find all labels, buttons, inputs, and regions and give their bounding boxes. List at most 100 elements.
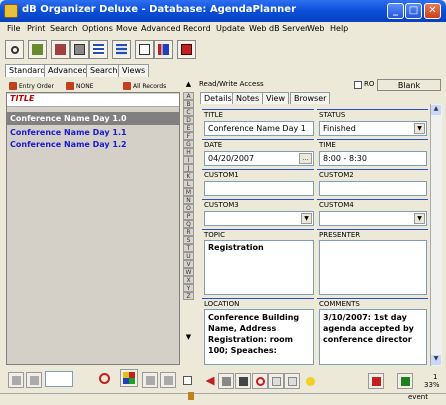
alpha-u[interactable]: U <box>183 252 194 260</box>
goto-icon <box>32 44 43 55</box>
search-tool-button[interactable] <box>5 40 24 59</box>
alpha-b[interactable]: B <box>183 100 194 108</box>
menu-search[interactable]: Search <box>50 24 77 33</box>
tools-tool-button[interactable] <box>51 40 70 59</box>
chart-tool-button[interactable] <box>154 40 173 59</box>
menu-help[interactable]: Help <box>330 24 348 33</box>
topic-field[interactable]: Registration <box>204 240 314 295</box>
delete-button[interactable] <box>235 373 251 389</box>
blank-button[interactable]: Blank <box>377 79 441 91</box>
maximize-button[interactable]: □ <box>405 3 422 19</box>
custom3-label: CUSTOM3 <box>204 201 239 209</box>
paste-button[interactable] <box>284 373 300 389</box>
scroll-up-arrow[interactable]: ▲ <box>183 80 194 90</box>
status-select[interactable]: Finished ▼ <box>319 121 427 136</box>
ro-label: RO <box>364 80 375 88</box>
alpha-i[interactable]: I <box>183 156 194 164</box>
prev-record-button[interactable] <box>26 372 42 388</box>
color-button[interactable] <box>120 369 138 387</box>
alpha-k[interactable]: K <box>183 172 194 180</box>
print-tool-button[interactable] <box>70 40 89 59</box>
record-number-input[interactable] <box>45 371 73 387</box>
custom3-select[interactable]: ▼ <box>204 211 314 226</box>
presenter-field[interactable] <box>319 240 427 295</box>
tab-search[interactable]: Search <box>86 64 122 77</box>
form-tool-button[interactable] <box>112 40 131 59</box>
date-field[interactable]: 04/20/2007... <box>204 151 314 166</box>
alpha-c[interactable]: C <box>183 108 194 116</box>
back-button[interactable] <box>202 373 218 389</box>
form-scrollbar[interactable] <box>430 104 442 366</box>
menu-options[interactable]: Options <box>82 24 113 33</box>
comments-field[interactable]: 3/10/2007: 1st day agenda accepted by co… <box>319 309 427 365</box>
section-line <box>317 109 428 110</box>
tip-button[interactable] <box>302 373 318 389</box>
custom4-select[interactable]: ▼ <box>319 211 427 226</box>
copy-button[interactable] <box>268 373 284 389</box>
alpha-f[interactable]: F <box>183 132 194 140</box>
alpha-o[interactable]: O <box>183 204 194 212</box>
entry-order-button[interactable]: Entry Order <box>9 80 54 92</box>
alpha-v[interactable]: V <box>183 260 194 268</box>
list-item[interactable]: Conference Name Day 1.0 <box>7 112 179 125</box>
table-tool-button[interactable] <box>89 40 108 59</box>
alpha-r[interactable]: R <box>183 228 194 236</box>
alpha-x[interactable]: X <box>183 276 194 284</box>
select-checkbox[interactable] <box>183 376 192 385</box>
alpha-g[interactable]: G <box>183 140 194 148</box>
scroll-down-icon[interactable]: ▼ <box>431 355 441 365</box>
ro-checkbox[interactable] <box>354 81 362 89</box>
alpha-z[interactable]: Z <box>183 292 194 300</box>
alpha-h[interactable]: H <box>183 148 194 156</box>
minimize-button[interactable]: _ <box>387 3 404 19</box>
document-tool-button[interactable] <box>135 40 154 59</box>
tab-advanced[interactable]: Advanced <box>44 64 92 77</box>
alpha-q[interactable]: Q <box>183 220 194 228</box>
alpha-d[interactable]: D <box>183 116 194 124</box>
first-record-button[interactable] <box>8 372 24 388</box>
alpha-l[interactable]: L <box>183 180 194 188</box>
alpha-m[interactable]: M <box>183 188 194 196</box>
location-field[interactable]: Conference Building Name, Address Regist… <box>204 309 314 365</box>
alpha-y[interactable]: Y <box>183 284 194 292</box>
title-field[interactable]: Conference Name Day 1 <box>204 121 314 136</box>
scroll-down-arrow[interactable]: ▼ <box>183 333 194 343</box>
custom1-field[interactable] <box>204 181 314 196</box>
alpha-w[interactable]: W <box>183 268 194 276</box>
menu-move[interactable]: Move <box>116 24 137 33</box>
column-header-title[interactable]: TITLE <box>7 94 179 107</box>
date-picker-button[interactable]: ... <box>299 153 312 164</box>
menu-record[interactable]: Record <box>183 24 211 33</box>
menu-advanced[interactable]: Advanced <box>141 24 181 33</box>
close-button[interactable]: ✕ <box>424 3 441 19</box>
alpha-t[interactable]: T <box>183 244 194 252</box>
save-button[interactable] <box>397 373 413 389</box>
menu-web-db-server[interactable]: Web dB Server <box>249 24 308 33</box>
custom2-field[interactable] <box>319 181 427 196</box>
report-button[interactable] <box>368 373 384 389</box>
menu-web[interactable]: Web <box>307 24 324 33</box>
undo-button[interactable] <box>252 373 268 389</box>
print-record-button[interactable] <box>218 373 234 389</box>
last-record-button[interactable] <box>160 372 176 388</box>
refresh-button[interactable] <box>96 370 112 386</box>
scroll-up-icon[interactable]: ▲ <box>431 105 441 115</box>
menu-update[interactable]: Update <box>216 24 245 33</box>
menu-print[interactable]: Print <box>27 24 45 33</box>
alpha-s[interactable]: S <box>183 236 194 244</box>
goto-tool-button[interactable] <box>28 40 47 59</box>
next-record-button[interactable] <box>142 372 158 388</box>
list-item[interactable]: Conference Name Day 1.2 <box>7 138 179 151</box>
alpha-a[interactable]: A <box>183 92 194 100</box>
tab-standard[interactable]: Standard <box>5 64 50 77</box>
tab-views[interactable]: Views <box>118 64 150 77</box>
all-records-button[interactable]: All Records <box>123 80 166 92</box>
alpha-n[interactable]: N <box>183 196 194 204</box>
time-field[interactable]: 8:00 - 8:30 <box>319 151 427 166</box>
alpha-p[interactable]: P <box>183 212 194 220</box>
alpha-j[interactable]: J <box>183 164 194 172</box>
menu-file[interactable]: File <box>7 24 20 33</box>
alpha-e[interactable]: E <box>183 124 194 132</box>
calculator-tool-button[interactable] <box>177 40 196 59</box>
none-filter-button[interactable]: NONE <box>66 80 94 92</box>
